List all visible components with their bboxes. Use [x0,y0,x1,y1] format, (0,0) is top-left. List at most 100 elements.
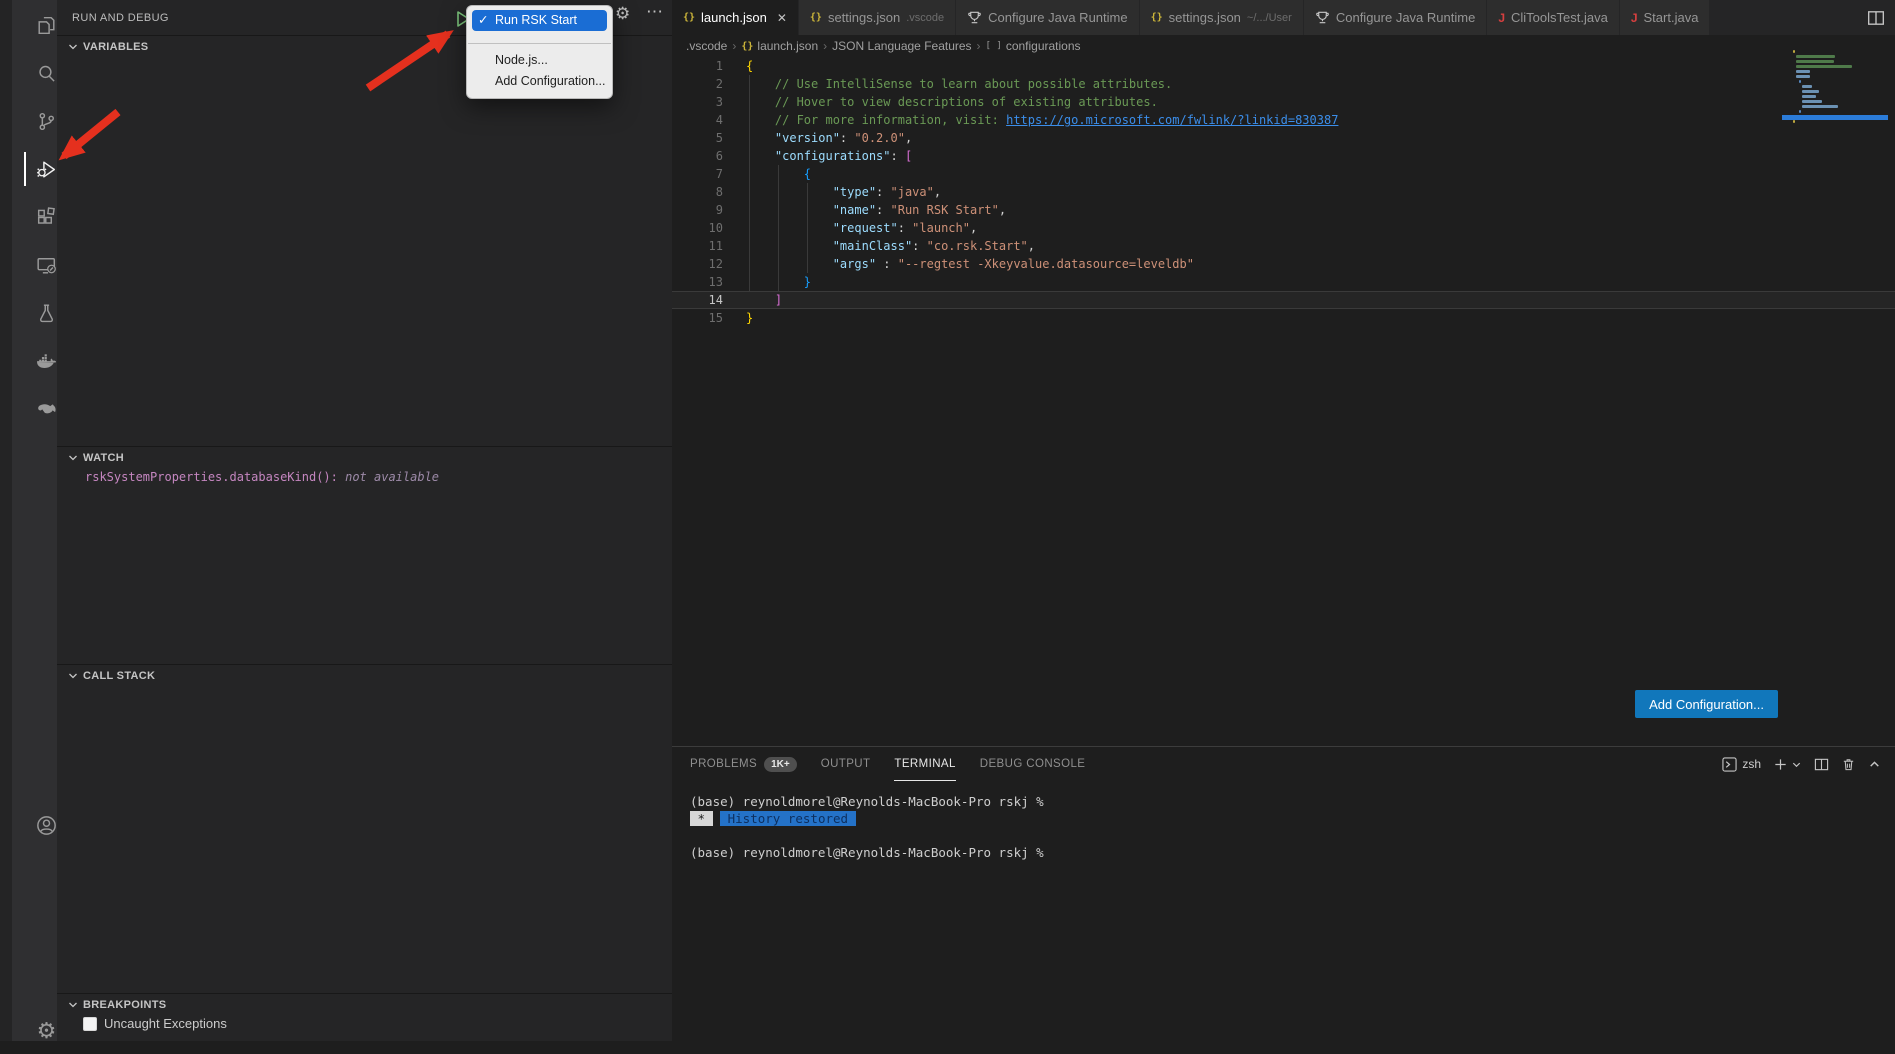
panel-tab-terminal[interactable]: TERMINAL [894,747,955,781]
line-number: 13 [672,273,723,291]
minimap-line [1793,120,1795,123]
minimap-line [1799,80,1801,83]
terminal-output[interactable]: (base) reynoldmorel@Reynolds-MacBook-Pro… [690,793,1885,861]
split-terminal-icon[interactable] [1814,757,1829,772]
breadcrumb-item-json-language-features[interactable]: JSON Language Features [832,39,971,53]
split-editor-icon[interactable] [1867,9,1885,27]
minimap-line [1796,75,1810,78]
minimap-line [1802,85,1813,88]
remote-explorer-icon [34,253,59,278]
breakpoints-section-header[interactable]: BREAKPOINTS [57,993,672,1015]
code-line-10: 10 "request": "launch", [672,219,1895,237]
section-label: VARIABLES [83,41,148,53]
maximize-panel-icon[interactable] [1868,758,1881,771]
docker-icon [34,349,59,374]
watch-expression-row[interactable]: rskSystemProperties.databaseKind(): not … [85,470,439,484]
code-line-12: 12 "args" : "--regtest -Xkeyvalue.dataso… [672,255,1895,273]
tab-configure-java-runtime[interactable]: Configure Java Runtime [956,0,1139,35]
menu-item-node-js[interactable]: Node.js... [472,50,607,71]
java-file-icon: J [1631,11,1638,25]
breadcrumb-item--vscode[interactable]: .vscode [686,39,727,53]
problems-count-badge: 1K+ [764,757,797,772]
panel-tab-label: DEBUG CONSOLE [980,758,1086,770]
add-configuration-button[interactable]: Add Configuration... [1635,690,1778,718]
accounts-icon [34,813,59,838]
panel-tab-label: TERMINAL [894,758,955,770]
terminal-instance[interactable]: zsh [1722,757,1761,772]
line-number: 7 [672,165,723,183]
line-number: 1 [672,57,723,75]
call-stack-section-header[interactable]: CALL STACK [57,664,672,686]
json-braces-icon: {} [683,12,695,23]
menu-item-label: Add Configuration... [495,71,606,92]
bottom-panel: PROBLEMS1K+ OUTPUT TERMINAL DEBUG CONSOLE z… [672,746,1895,1041]
menu-item-add-configuration[interactable]: Add Configuration... [472,71,607,92]
line-number: 2 [672,75,723,93]
testing-icon [34,301,59,326]
line-number: 4 [672,111,723,129]
watch-section-header[interactable]: WATCH [57,446,672,468]
panel-tab-output[interactable]: OUTPUT [821,747,871,781]
minimap-line [1802,100,1822,103]
section-watch: WATCH [57,446,672,468]
code-line-9: 9 "name": "Run RSK Start", [672,201,1895,219]
breadcrumb-label: .vscode [686,39,727,53]
minimap[interactable] [1793,50,1869,135]
code-line-6: 6 "configurations": [ [672,147,1895,165]
terminal-dropdown-icon[interactable] [1791,759,1802,770]
gradle-icon [34,397,59,422]
run-and-debug-icon [34,157,59,182]
menu-separator [468,43,611,44]
line-number: 15 [672,309,723,327]
line-number: 9 [672,201,723,219]
chevron-down-icon [67,670,79,682]
kill-terminal-icon[interactable] [1841,757,1856,772]
debug-settings-gear-icon[interactable]: ⚙ [615,4,630,24]
watch-expression: rskSystemProperties.databaseKind(): [85,470,338,484]
views-more-actions-icon[interactable]: ⋯ [646,2,663,22]
tab-launch-json[interactable]: {}launch.json✕ [672,0,799,35]
minimap-line [1796,70,1810,73]
tab-settings-json[interactable]: {}settings.json~/.../User [1140,0,1304,35]
code-line-1: 1{ [672,57,1895,75]
tab-settings-json[interactable]: {}settings.json.vscode [799,0,956,35]
watch-value: not available [345,470,439,484]
menu-item-label: Node.js... [495,50,548,71]
section-label: BREAKPOINTS [83,999,166,1011]
java-runtime-cup-icon [1315,10,1330,25]
breadcrumb-item-configurations[interactable]: [ ]configurations [986,39,1081,53]
tab-label: CliToolsTest.java [1511,10,1608,25]
menu-check-space [478,71,490,92]
uncaught-exceptions-checkbox[interactable] [83,1017,97,1031]
array-icon: [ ] [986,41,1002,51]
sidebar-title: RUN AND DEBUG [72,12,169,24]
panel-tab-problems[interactable]: PROBLEMS1K+ [690,747,797,781]
line-number: 14 [672,292,723,308]
tab-start-java[interactable]: JStart.java [1620,0,1711,35]
tab-configure-java-runtime[interactable]: Configure Java Runtime [1304,0,1487,35]
code-editor[interactable]: 1{2 // Use IntelliSense to learn about p… [672,57,1895,746]
minimap-line [1802,95,1816,98]
tab-label: Configure Java Runtime [988,10,1127,25]
panel-tab-debug-console[interactable]: DEBUG CONSOLE [980,747,1086,781]
breakpoint-item[interactable]: Uncaught Exceptions [83,1016,227,1031]
close-icon[interactable]: ✕ [777,11,787,25]
code-line-7: 7 { [672,165,1895,183]
menu-item-run-rsk-start[interactable]: ✓Run RSK Start [472,10,607,31]
menu-item-label: Run RSK Start [495,10,577,31]
code-line-11: 11 "mainClass": "co.rsk.Start", [672,237,1895,255]
code-line-14: 14 ] [672,291,1895,309]
terminal-line: (base) reynoldmorel@Reynolds-MacBook-Pro… [690,844,1885,861]
breadcrumb-item-launch-json[interactable]: {}launch.json [741,39,818,53]
minimap-line [1796,60,1834,63]
line-number: 3 [672,93,723,111]
code-line-4: 4 // For more information, visit: https:… [672,111,1895,129]
code-line-5: 5 "version": "0.2.0", [672,129,1895,147]
section-breakpoints: BREAKPOINTS [57,993,672,1015]
terminal-icon [1722,757,1737,772]
checkmark-icon: ✓ [478,10,490,31]
source-control-icon [34,109,59,134]
new-terminal-icon[interactable] [1773,757,1788,772]
tab-clitoolstest-java[interactable]: JCliToolsTest.java [1487,0,1620,35]
section-label: CALL STACK [83,670,155,682]
